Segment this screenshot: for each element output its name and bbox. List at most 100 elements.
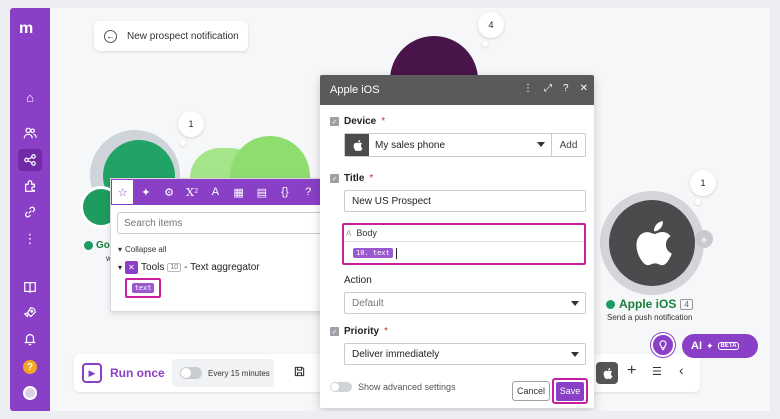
schedule-toggle[interactable]: Every 15 minutes [172, 359, 274, 387]
caret-down-icon [537, 142, 545, 147]
ops-bubble-apple: 1 [690, 170, 716, 196]
text-format-icon[interactable]: A [204, 179, 227, 205]
tools-icon: ✕ [125, 261, 139, 274]
sparkle-icon: ✦ [706, 340, 714, 351]
play-icon: ▶ [82, 363, 102, 383]
dialog-header: Apple iOS ⋮ ⤢ ? ✕ [320, 75, 594, 105]
avatar [23, 386, 37, 400]
mapping-toolbar: ☆ ✦ ⚙ X² A ▦ ▤ {} ? ✕ [111, 179, 343, 205]
table-icon[interactable]: ▤ [250, 179, 273, 205]
ops-bubble-google: 1 [178, 111, 204, 137]
mapping-panel: ☆ ✦ ⚙ X² A ▦ ▤ {} ? ✕ ▾ Collapse all ▾ ✕… [110, 178, 344, 312]
add-icon[interactable]: + [627, 362, 636, 380]
save-button-highlight: Save [552, 378, 588, 404]
breadcrumb[interactable]: ← New prospect notification [94, 21, 248, 51]
device-select[interactable]: My sales phone Add [344, 133, 586, 157]
bubble-tail [482, 41, 488, 47]
more-icon[interactable]: ⋮ [18, 228, 42, 250]
more-icon[interactable]: ⋮ [523, 83, 533, 94]
success-check-icon [606, 299, 615, 309]
body-label: A Body [344, 225, 584, 242]
expand-icon[interactable]: ⤢ [544, 83, 552, 94]
bell-icon[interactable] [18, 328, 42, 350]
scenario-name: New prospect notification [127, 30, 239, 42]
puzzle-icon[interactable] [18, 175, 42, 197]
lightbulb-icon[interactable] [651, 333, 675, 357]
device-value[interactable]: My sales phone [369, 134, 551, 156]
bubble-tail [695, 199, 701, 205]
advanced-switch[interactable] [330, 382, 352, 392]
checkbox-icon[interactable]: ✓ [330, 327, 339, 336]
share-icon[interactable] [18, 149, 42, 171]
calendar-icon[interactable]: ▦ [227, 179, 250, 205]
tools-module-item[interactable]: ▾ ✕ Tools 10 - Text aggregator [118, 261, 260, 274]
back-arrow-icon[interactable]: ← [104, 29, 117, 43]
apple-ios-dialog: Apple iOS ⋮ ⤢ ? ✕ ✓ Device * My sales pho… [320, 75, 594, 408]
text-cursor [395, 247, 397, 259]
priority-select[interactable]: Deliver immediately [344, 343, 586, 365]
superscript-icon[interactable]: X² [181, 179, 204, 205]
save-icon[interactable] [294, 366, 305, 380]
action-label: Action [344, 275, 372, 286]
google-module-label: Go [84, 240, 110, 251]
apple-app-icon[interactable] [596, 362, 618, 384]
add-device-button[interactable]: Add [551, 134, 585, 156]
gear-icon[interactable]: ⚙ [157, 179, 180, 205]
help-icon[interactable]: ? [297, 179, 320, 205]
caret-down-icon [571, 352, 579, 357]
collapse-all-link[interactable]: ▾ Collapse all [118, 245, 166, 254]
avatar-wrap[interactable] [18, 382, 42, 404]
caret-down-icon [571, 301, 579, 306]
sparkle-icon[interactable]: ✦ [134, 179, 157, 205]
caret-down-icon: ▾ [118, 245, 123, 254]
module-id-badge: 10 [167, 263, 182, 272]
help-badge: ? [23, 360, 37, 374]
title-label: ✓ Title * [330, 173, 374, 184]
rocket-icon[interactable] [18, 302, 42, 324]
bubble-tail [180, 140, 186, 146]
save-button[interactable]: Save [556, 381, 584, 401]
text-item-highlight: text [125, 278, 161, 298]
make-logo[interactable]: m [19, 20, 33, 38]
apple-logo-icon [345, 134, 369, 156]
help-icon[interactable]: ? [563, 83, 569, 94]
success-check-icon [84, 241, 93, 250]
schedule-switch[interactable] [180, 367, 202, 379]
body-field[interactable]: A Body 10. text [342, 223, 586, 265]
link-icon[interactable] [18, 201, 42, 223]
priority-label: ✓ Priority * [330, 326, 388, 337]
checkbox-icon[interactable]: ✓ [330, 174, 339, 183]
text-variable-pill[interactable]: text [131, 283, 155, 293]
scenario-canvas[interactable]: ← New prospect notification 1 Go w 4 + 1… [50, 8, 770, 411]
book-icon[interactable] [18, 276, 42, 298]
list-check-icon[interactable]: ☰ [652, 365, 662, 378]
title-input[interactable]: New US Prospect [344, 190, 586, 212]
home-icon[interactable]: ⌂ [18, 86, 42, 108]
advanced-settings-toggle[interactable]: Show advanced settings [330, 382, 456, 392]
apple-module-sub: Send a push notification [607, 313, 693, 322]
add-module-plus-icon[interactable]: + [695, 230, 713, 248]
beta-badge: BETA [717, 342, 740, 350]
search-items-input[interactable] [117, 212, 339, 234]
apple-module-label: Apple iOS 4 [606, 297, 693, 311]
action-select[interactable]: Default [344, 292, 586, 314]
team-icon[interactable] [18, 122, 42, 144]
module-id-badge: 4 [680, 298, 693, 310]
checkbox-icon[interactable]: ✓ [330, 117, 339, 126]
run-once-button[interactable]: ▶ Run once [82, 360, 165, 386]
ai-assistant-button[interactable]: AI ✦ BETA [682, 334, 758, 358]
star-icon[interactable]: ☆ [111, 179, 135, 205]
braces-icon[interactable]: {} [273, 179, 296, 205]
apple-logo-icon [636, 221, 672, 266]
body-variable-pill[interactable]: 10. text [353, 248, 393, 258]
dialog-title: Apple iOS [330, 84, 380, 96]
apple-ios-module[interactable] [609, 200, 695, 286]
cancel-button[interactable]: Cancel [512, 381, 550, 401]
device-label: ✓ Device * [330, 116, 386, 127]
body-input[interactable]: 10. text [344, 243, 584, 263]
close-icon[interactable]: ✕ [580, 83, 588, 94]
text-type-icon: A [346, 228, 352, 238]
caret-down-icon: ▾ [118, 263, 123, 272]
chevron-left-icon[interactable]: ‹ [679, 362, 684, 378]
help-icon[interactable]: ? [18, 356, 42, 378]
